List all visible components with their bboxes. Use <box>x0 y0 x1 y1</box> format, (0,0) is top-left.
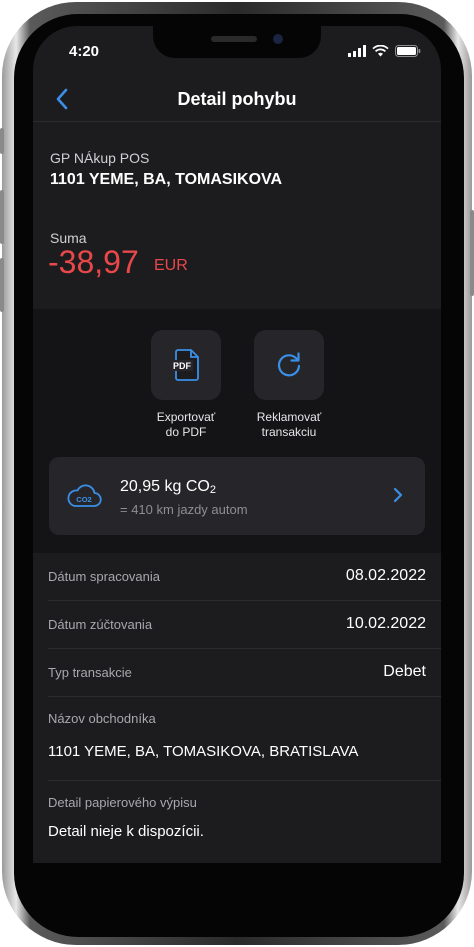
actions-section: PDF Exportovať do PDF Reklamovať transak… <box>33 309 441 553</box>
camera <box>273 34 283 44</box>
complaint-label-line2: transakciu <box>261 425 317 439</box>
cloud-co2-icon: CO2 <box>67 484 102 507</box>
refresh-icon <box>277 352 301 377</box>
volume-up-button <box>0 190 4 244</box>
transaction-type-label: GP NÁkup POS <box>50 150 150 166</box>
detail-value: 1101 YEME, BA, TOMASIKOVA, BRATISLAVA <box>48 743 359 760</box>
detail-value: 08.02.2022 <box>345 567 426 584</box>
export-pdf-label-line2: do PDF <box>165 425 207 439</box>
complaint-label: Reklamovať transakciu <box>234 410 344 440</box>
amount-currency: EUR <box>154 257 188 274</box>
details-list: Dátum spracovania 08.02.2022 Dátum zúčto… <box>33 553 441 863</box>
pdf-icon-text: PDF <box>173 361 192 371</box>
cloud-co2-icon-text: CO2 <box>76 495 91 504</box>
export-pdf-icon-box: PDF <box>151 330 221 400</box>
cellular-signal-icon <box>348 45 366 57</box>
status-icons <box>348 45 421 57</box>
export-pdf-label: Exportovať do PDF <box>131 410 241 440</box>
chevron-right-icon <box>393 487 403 503</box>
co2-card[interactable]: CO2 20,95 kg CO2 = 410 km jazdy autom <box>49 457 425 535</box>
speaker <box>211 36 257 42</box>
detail-label: Detail papierového výpisu <box>48 795 197 810</box>
detail-row-merchant-name: Názov obchodníka 1101 YEME, BA, TOMASIKO… <box>48 697 441 781</box>
detail-value: Detail nieje k dispozícii. <box>48 823 204 840</box>
detail-row-settlement-date: Dátum zúčtovania 10.02.2022 <box>48 601 441 649</box>
detail-label: Dátum zúčtovania <box>48 617 153 632</box>
detail-label: Dátum spracovania <box>48 569 160 584</box>
complaint-label-line1: Reklamovať <box>256 410 322 424</box>
pdf-icon: PDF <box>171 349 199 381</box>
screen: 4:20 Detail pohybu GP NÁkup POS 1101 YEM… <box>33 26 441 863</box>
side-button <box>0 128 4 154</box>
battery-icon <box>395 45 421 57</box>
status-time: 4:20 <box>69 43 100 60</box>
detail-label: Typ transakcie <box>48 665 132 680</box>
amount-value: -38,97 <box>48 244 139 280</box>
co2-equivalent: = 410 km jazdy autom <box>120 502 248 517</box>
power-button <box>470 210 474 296</box>
detail-value: Debet <box>383 663 426 680</box>
detail-row-processing-date: Dátum spracovania 08.02.2022 <box>48 553 441 601</box>
merchant-name: 1101 YEME, BA, TOMASIKOVA <box>50 171 283 188</box>
navigation-bar: Detail pohybu <box>33 76 441 122</box>
page-title: Detail pohybu <box>177 89 297 109</box>
co2-value: 20,95 kg CO2 <box>120 478 216 496</box>
detail-value: 10.02.2022 <box>345 615 426 632</box>
detail-row-statement-detail: Detail papierového výpisu Detail nieje k… <box>48 781 441 863</box>
co2-value-subscript: 2 <box>209 484 216 496</box>
complaint-button[interactable]: Reklamovať transakciu <box>234 330 344 440</box>
bottom-bezel <box>33 863 441 921</box>
export-pdf-label-line1: Exportovať <box>156 410 216 424</box>
transaction-header: GP NÁkup POS 1101 YEME, BA, TOMASIKOVA S… <box>33 123 441 309</box>
co2-value-main: 20,95 kg CO <box>120 478 210 495</box>
detail-row-transaction-type: Typ transakcie Debet <box>48 649 441 697</box>
export-pdf-button[interactable]: PDF Exportovať do PDF <box>131 330 241 440</box>
detail-label: Názov obchodníka <box>48 711 156 726</box>
wifi-icon <box>372 45 389 57</box>
notch <box>153 26 321 58</box>
volume-down-button <box>0 258 4 312</box>
complaint-icon-box <box>254 330 324 400</box>
